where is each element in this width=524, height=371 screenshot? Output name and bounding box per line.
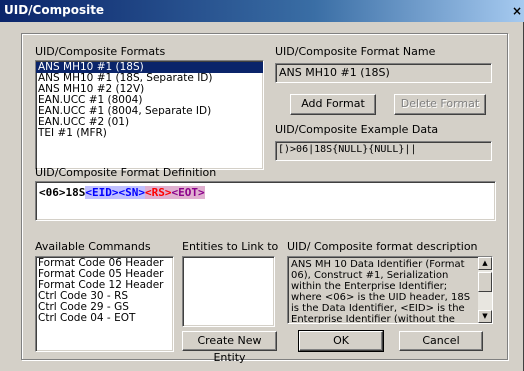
segment-06: <06> <box>39 186 66 199</box>
entities-label: Entities to Link to <box>182 240 279 253</box>
title-bar[interactable]: UID/Composite × <box>0 0 524 22</box>
commands-listbox[interactable]: Format Code 06 Header Format Code 05 Hea… <box>35 256 174 352</box>
add-format-button[interactable]: Add Format <box>290 94 376 115</box>
description-scrollbar[interactable]: ▲ ▼ <box>478 257 492 323</box>
description-box[interactable]: ANS MH 10 Data Identifier (Format 06), C… <box>287 256 493 324</box>
format-name-value: ANS MH10 #1 (18S) <box>279 66 390 79</box>
ok-button[interactable]: OK <box>298 330 384 352</box>
window-title: UID/Composite <box>4 3 105 17</box>
scroll-thumb[interactable] <box>478 272 492 292</box>
create-entity-button[interactable]: Create New Entity <box>182 331 277 364</box>
commands-label: Available Commands <box>35 240 151 253</box>
format-name-field[interactable]: ANS MH10 #1 (18S) <box>275 63 492 83</box>
delete-format-button[interactable]: Delete Format <box>394 94 486 115</box>
segment-eid: <EID> <box>85 186 119 199</box>
close-icon[interactable]: × <box>510 3 524 19</box>
example-data-value: [)>06|18S{NULL}{NULL}|| <box>278 144 417 155</box>
list-item[interactable]: Ctrl Code 04 - EOT <box>36 313 173 324</box>
cancel-button[interactable]: Cancel <box>399 331 483 351</box>
definition-text: <06>18S<EID><SN><RS><EOT> <box>36 182 495 203</box>
format-name-label: UID/Composite Format Name <box>275 45 436 58</box>
scroll-down-icon[interactable]: ▼ <box>478 310 492 323</box>
example-data-field[interactable]: [)>06|18S{NULL}{NULL}|| <box>275 141 492 161</box>
description-text: ANS MH 10 Data Identifier (Format 06), C… <box>291 259 471 324</box>
definition-editor[interactable]: <06>18S<EID><SN><RS><EOT> <box>35 181 496 221</box>
formats-listbox[interactable]: ANS MH10 #1 (18S) ANS MH10 #1 (18S, Sepa… <box>35 60 264 170</box>
formats-label: UID/Composite Formats <box>35 45 166 58</box>
segment-18s: 18S <box>65 186 86 199</box>
dialog-window: UID/Composite × UID/Composite Formats AN… <box>0 0 524 371</box>
list-item[interactable]: TEI #1 (MFR) <box>36 128 263 139</box>
description-label: UID/ Composite format description <box>287 240 478 253</box>
entities-listbox[interactable] <box>182 256 275 327</box>
segment-rs: <RS> <box>145 186 172 199</box>
segment-eot: <EOT> <box>171 186 205 199</box>
scroll-up-icon[interactable]: ▲ <box>478 257 492 270</box>
segment-sn: <SN> <box>118 186 145 199</box>
definition-label: UID/Composite Format Definition <box>35 166 217 179</box>
example-label: UID/Composite Example Data <box>275 123 439 136</box>
